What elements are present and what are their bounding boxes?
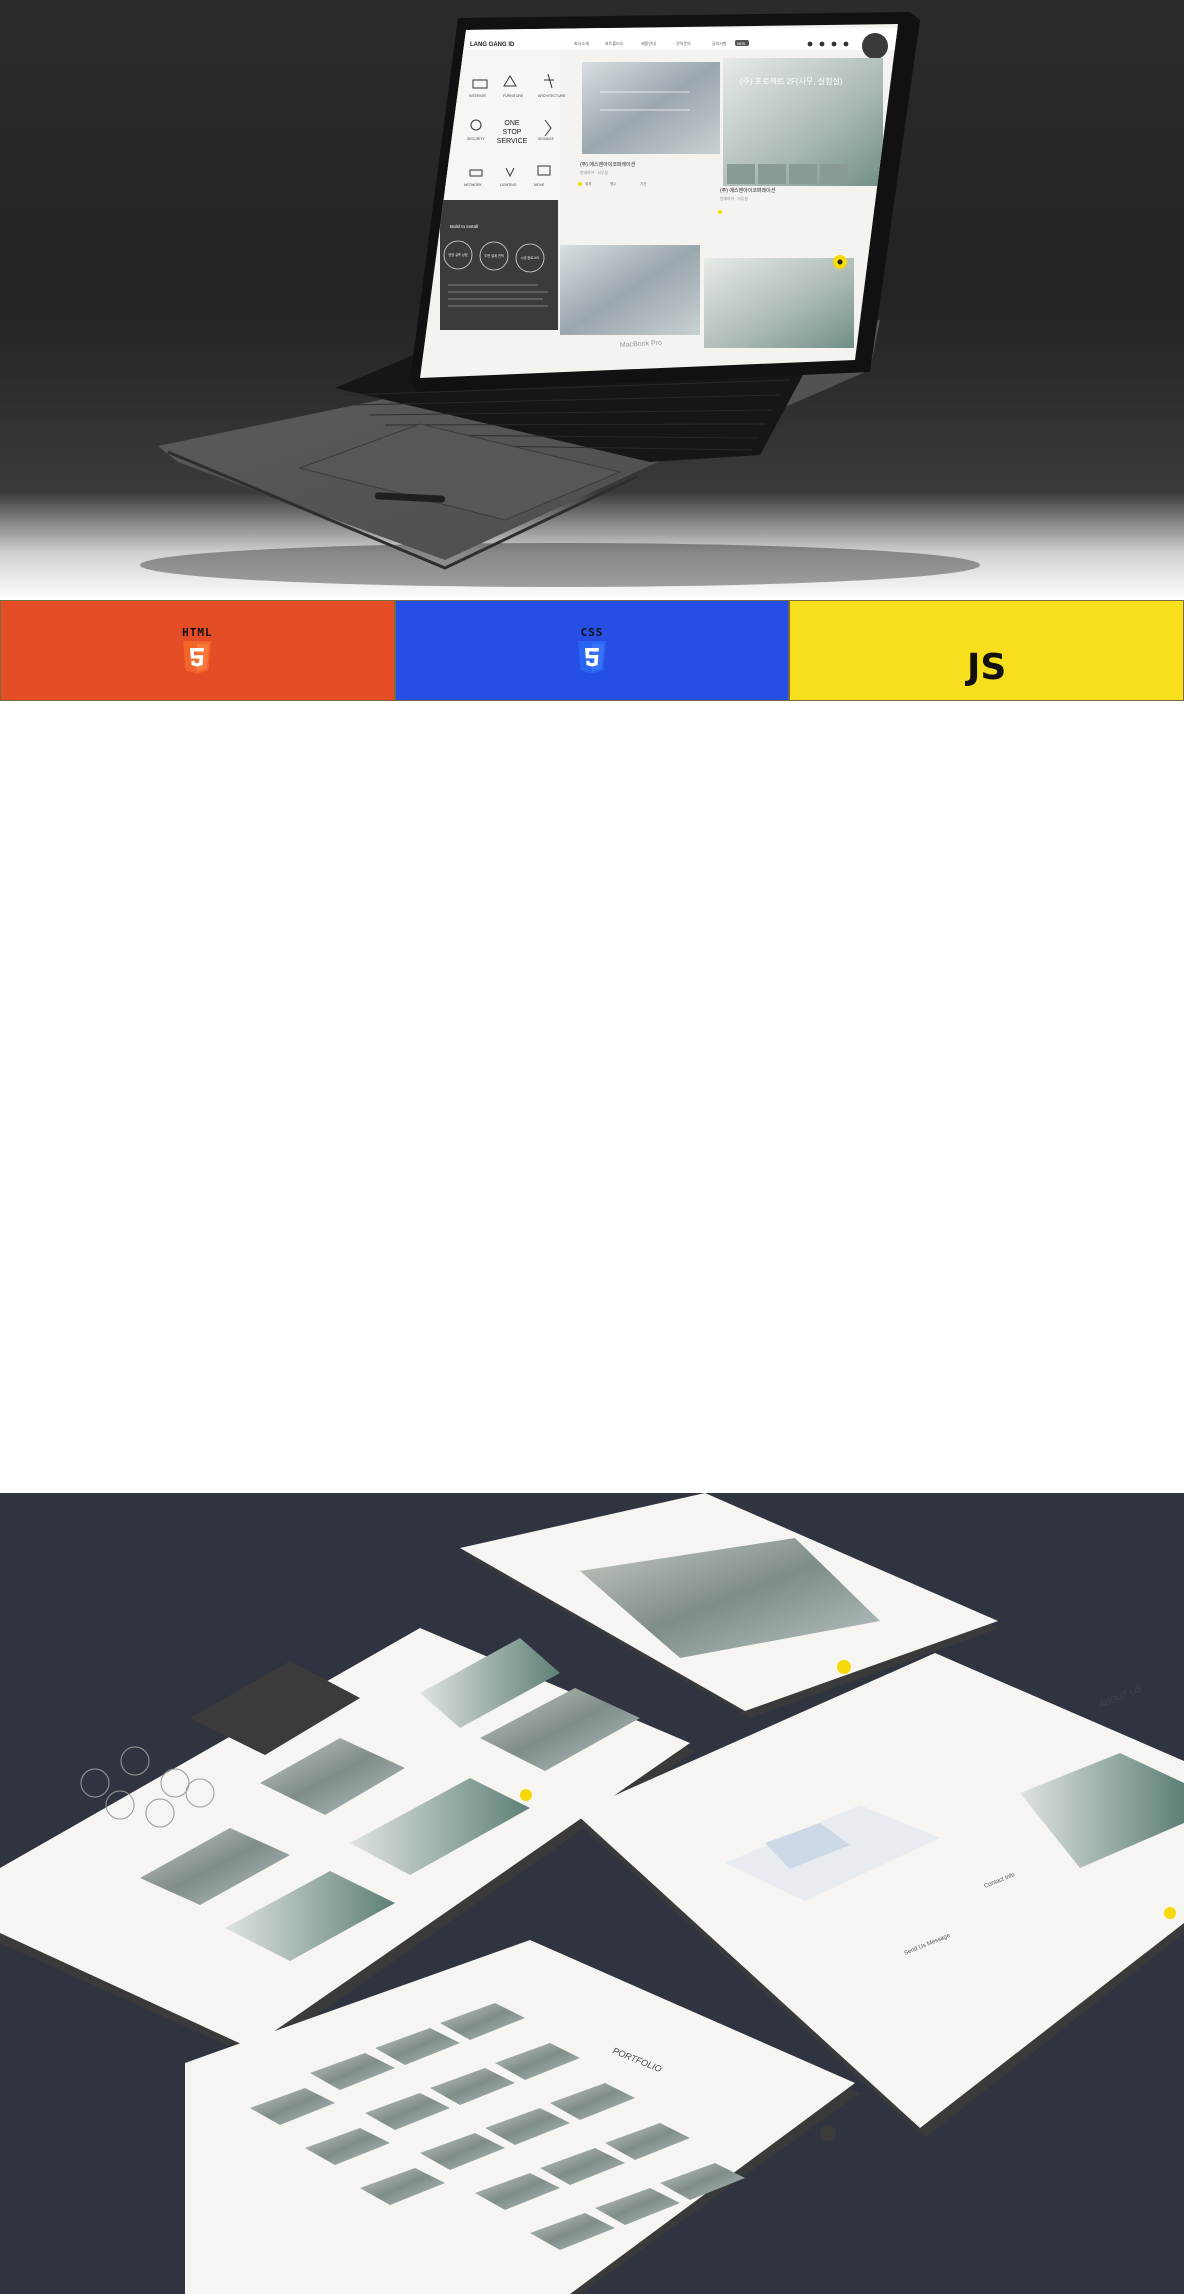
nav-item-5[interactable]: 공지사항 (712, 40, 727, 46)
card-title-1[interactable]: (주) 에스엔아이코퍼레이션 (580, 161, 636, 168)
html5-shield-icon (183, 641, 212, 674)
svg-text:기간: 기간 (640, 181, 647, 186)
project-thumb-1[interactable] (582, 62, 720, 154)
service-label-security: SECURITY (467, 137, 485, 141)
css-badge: CSS (394, 600, 790, 701)
laptop-shadow (140, 543, 980, 587)
service-label-lighting: LIGHTING (500, 183, 517, 187)
html-badge: HTML (0, 600, 395, 701)
css3-shield-icon (578, 641, 606, 674)
project-thumb-4[interactable] (704, 258, 854, 348)
nav-badge: NEW (737, 42, 746, 46)
tech-badges: HTML CSS JS (0, 600, 1184, 701)
service-label-interior: INTERIOR (469, 94, 486, 98)
service-label-network: NETWORK (464, 183, 483, 187)
about-title: ABOUT US (1096, 1683, 1143, 1710)
card-title-2[interactable]: (주) 에스엔아이코퍼레이션 (720, 187, 776, 194)
blank-spacer (0, 701, 1184, 1493)
svg-text:ONE: ONE (504, 120, 520, 127)
css-label: CSS (580, 626, 604, 639)
svg-text:SERVICE: SERVICE (497, 138, 528, 145)
screen-logo: LANG GANG ID (470, 42, 515, 48)
isometric-showcase: ABOUT US Contact Info Send Us Message PO… (0, 1493, 1184, 2294)
nav-item-4[interactable]: 견적문의 (676, 40, 691, 46)
showcase-svg: ABOUT US Contact Info Send Us Message PO… (0, 1493, 1184, 2294)
nav-item-1[interactable]: 회사소개 (574, 40, 589, 46)
process-panel (440, 200, 558, 330)
service-label-furniture: FURNITURE (503, 94, 524, 98)
laptop-mockup: MacBook Pro LANG GANG ID 회사소개 포트폴리오 제품안내… (140, 12, 980, 587)
service-label-move: MOVE (534, 183, 545, 187)
nav-item-2[interactable]: 포트폴리오 (605, 40, 624, 46)
service-label-signage: SIGNAGE (538, 137, 555, 141)
screen-header (460, 28, 898, 50)
js-label: JS (967, 647, 1007, 688)
svg-text:도면 설계 견적: 도면 설계 견적 (484, 253, 503, 258)
nav-item-3[interactable]: 제품안내 (641, 40, 656, 46)
card-sub-2: 인테리어 · 사무실 (720, 196, 748, 201)
svg-text:평수: 평수 (610, 181, 617, 186)
svg-text:시공 완료 A/S: 시공 완료 A/S (521, 255, 540, 260)
hero-mockup: MacBook Pro LANG GANG ID 회사소개 포트폴리오 제품안내… (0, 0, 1184, 600)
html-label: HTML (182, 626, 213, 639)
card-sub-1: 인테리어 · 사무실 (580, 170, 608, 175)
project-thumb-2-overlay: (주) 프로젝트 2F(사무, 실험실) (740, 76, 843, 86)
menu-circle-button[interactable] (862, 33, 888, 59)
project-thumb-3[interactable] (560, 245, 700, 335)
svg-text:위치: 위치 (585, 181, 591, 186)
svg-text:현장 실측 상담: 현장 실측 상담 (448, 252, 467, 257)
service-label-architecture: ARCHITECTURE (538, 94, 566, 98)
js-badge: JS (789, 600, 1184, 701)
process-title: Build to Install (450, 224, 478, 229)
svg-text:STOP: STOP (503, 129, 522, 136)
